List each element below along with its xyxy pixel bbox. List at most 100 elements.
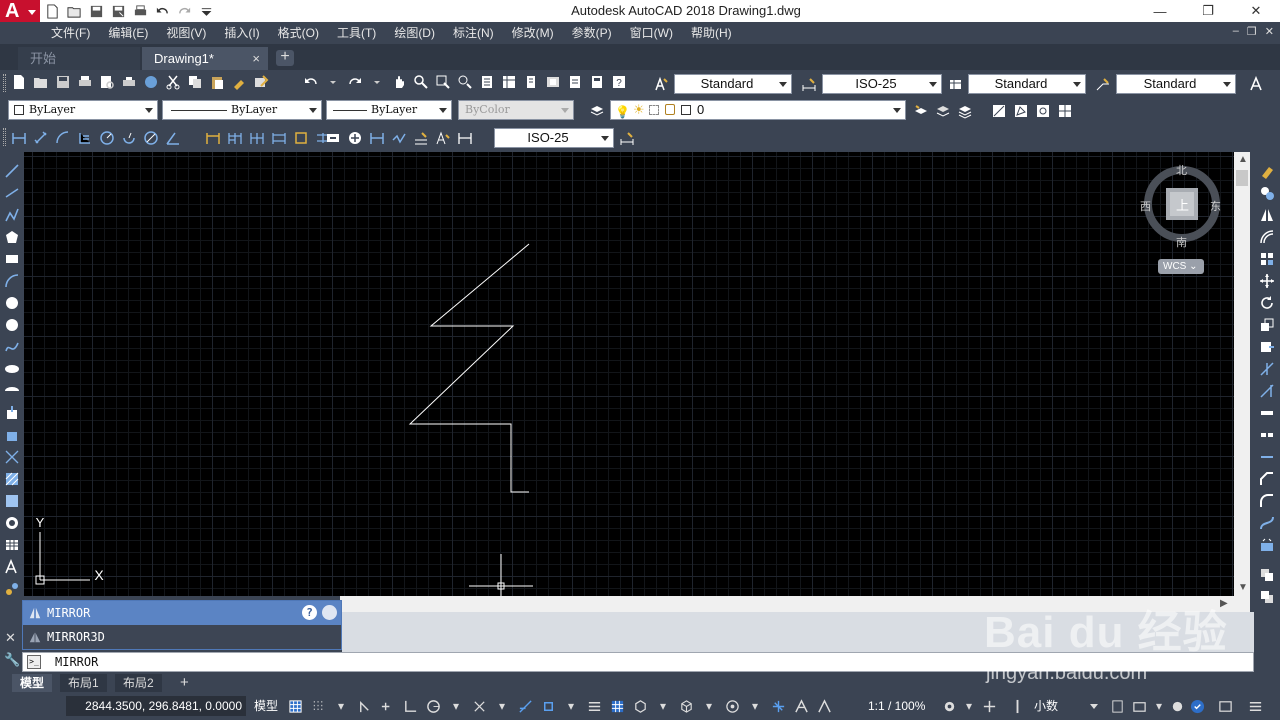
menu-dimension[interactable]: 标注(N) <box>444 22 503 44</box>
transparency-icon[interactable] <box>608 697 626 715</box>
table-style-select[interactable]: Standard <box>968 74 1086 94</box>
rotate-tool-icon[interactable] <box>1258 294 1276 312</box>
undo-toolbar-icon[interactable] <box>302 73 320 91</box>
command-line-input[interactable]: >_ MIRROR <box>22 652 1254 672</box>
array-tool-icon[interactable] <box>1258 250 1276 268</box>
selection-cycling-icon[interactable] <box>631 697 649 715</box>
vertical-scroll-thumb[interactable] <box>1236 170 1248 186</box>
doc-close-button[interactable]: ✕ <box>1265 25 1274 38</box>
sheet-set-icon[interactable] <box>544 73 562 91</box>
hardware-acceleration-icon[interactable] <box>1188 697 1206 715</box>
rectangle-tool-icon[interactable] <box>3 250 21 268</box>
dim-jogged-icon[interactable] <box>120 129 138 147</box>
3dosnap-dropdown-icon[interactable]: ▾ <box>700 697 718 715</box>
zigzag-polyline[interactable] <box>408 243 530 493</box>
make-block-icon[interactable] <box>3 426 21 444</box>
menu-window[interactable]: 窗口(W) <box>621 22 682 44</box>
insert-block-icon[interactable] <box>3 404 21 422</box>
hatch-tool-icon[interactable] <box>3 470 21 488</box>
viewport-single-icon[interactable] <box>990 102 1008 120</box>
close-command-line-icon[interactable]: ✕ <box>5 630 16 646</box>
menu-draw[interactable]: 绘图(D) <box>385 22 444 44</box>
selection-dropdown-icon[interactable]: ▾ <box>654 697 672 715</box>
stretch-tool-icon[interactable] <box>1258 338 1276 356</box>
workspace-switch-icon[interactable] <box>940 697 958 715</box>
toolbar-grip[interactable] <box>3 128 6 146</box>
menu-parametric[interactable]: 参数(P) <box>563 22 621 44</box>
doc-minimize-button[interactable]: – <box>1233 25 1239 38</box>
fillet-tool-icon[interactable] <box>1258 492 1276 510</box>
copy-object-icon[interactable] <box>1258 184 1276 202</box>
snap-dropdown-icon[interactable]: ▾ <box>332 697 350 715</box>
plot-preview-icon[interactable] <box>98 73 116 91</box>
polar-dropdown-icon[interactable]: ▾ <box>447 697 465 715</box>
lineweight-select[interactable]: ByLayer <box>326 100 452 120</box>
3d-dwf-icon[interactable] <box>142 73 160 91</box>
publish-icon[interactable] <box>120 73 138 91</box>
add-layout-button[interactable]: + <box>172 674 197 692</box>
dynamic-ucs-icon[interactable] <box>723 697 741 715</box>
layer-states-icon[interactable] <box>956 102 974 120</box>
compass-west-label[interactable]: 西 <box>1140 198 1151 214</box>
command-help-icon[interactable]: ? <box>302 605 317 620</box>
drawing-canvas[interactable]: Y X <box>24 152 1234 596</box>
viewcube[interactable]: 北 南 西 东 上 <box>1140 160 1224 250</box>
wcs-menu-button[interactable]: WCS ⌄ <box>1158 259 1204 274</box>
menu-edit[interactable]: 编辑(E) <box>99 22 157 44</box>
join-tool-icon[interactable] <box>1258 448 1276 466</box>
command-prompt-icon[interactable]: >_ <box>27 655 41 669</box>
suggestion-mirror3d[interactable]: MIRROR3D <box>23 625 341 649</box>
open-icon[interactable] <box>32 73 50 91</box>
dim-space-icon[interactable] <box>270 129 288 147</box>
snap-icon[interactable] <box>309 697 327 715</box>
toolbar-grip[interactable] <box>3 74 6 92</box>
coordinates-readout[interactable]: 2844.3500, 296.8481, 0.0000 <box>66 696 246 716</box>
dim-baseline-icon[interactable] <box>226 129 244 147</box>
customization-icon[interactable] <box>1246 697 1264 715</box>
dim-angular-icon[interactable] <box>164 129 182 147</box>
infer-constraints-icon[interactable] <box>355 697 373 715</box>
dynamic-input-icon[interactable] <box>378 697 396 715</box>
scale-tool-icon[interactable] <box>1258 316 1276 334</box>
viewport-object-icon[interactable] <box>1034 102 1052 120</box>
clean-screen-icon[interactable] <box>1216 697 1234 715</box>
circle-tool-icon[interactable] <box>3 294 21 312</box>
color-select[interactable]: ByLayer <box>8 100 158 120</box>
ellipse-tool-icon[interactable] <box>3 360 21 378</box>
markup-icon[interactable] <box>566 73 584 91</box>
dim-text-edit-icon[interactable] <box>434 129 452 147</box>
3d-object-snap-icon[interactable] <box>677 697 695 715</box>
pan-icon[interactable] <box>390 73 408 91</box>
lineweight-toggle-icon[interactable] <box>585 697 603 715</box>
blend-curves-icon[interactable] <box>1258 514 1276 532</box>
multiline-text-icon[interactable] <box>1248 75 1266 93</box>
zoom-window-icon[interactable] <box>434 73 452 91</box>
new-tab-button[interactable]: + <box>276 49 294 66</box>
scroll-down-icon[interactable]: ▼ <box>1238 582 1248 593</box>
point-tool-icon[interactable] <box>3 448 21 466</box>
workspace-dropdown-icon[interactable]: ▾ <box>960 697 978 715</box>
viewport-clip-icon[interactable] <box>1056 102 1074 120</box>
trim-tool-icon[interactable] <box>1258 360 1276 378</box>
annotation-visibility-icon[interactable] <box>792 697 810 715</box>
draworder-front-icon[interactable] <box>1258 566 1276 584</box>
model-space-button[interactable]: 模型 <box>250 696 282 716</box>
add-selected-icon[interactable] <box>3 580 21 598</box>
annotation-monitor-icon[interactable] <box>980 697 998 715</box>
menu-view[interactable]: 视图(V) <box>157 22 215 44</box>
plot-icon[interactable] <box>76 73 94 91</box>
close-window-button[interactable]: ✕ <box>1232 0 1280 22</box>
vertical-scrollbar[interactable]: ▲ ▼ <box>1234 152 1250 596</box>
quick-properties-icon[interactable] <box>1108 697 1126 715</box>
chamfer-tool-icon[interactable] <box>1258 470 1276 488</box>
polyline-tool-icon[interactable] <box>3 206 21 224</box>
calculator-icon[interactable] <box>588 73 606 91</box>
viewcube-top-face[interactable]: 上 <box>1176 195 1189 214</box>
tool-palettes-icon[interactable] <box>522 73 540 91</box>
spline-tool-icon[interactable] <box>3 338 21 356</box>
polygon-tool-icon[interactable] <box>3 228 21 246</box>
object-snap-icon[interactable] <box>539 697 557 715</box>
dim-style-icon[interactable] <box>800 75 818 93</box>
mirror-tool-icon[interactable] <box>1258 206 1276 224</box>
minimize-button[interactable]: — <box>1136 0 1184 22</box>
